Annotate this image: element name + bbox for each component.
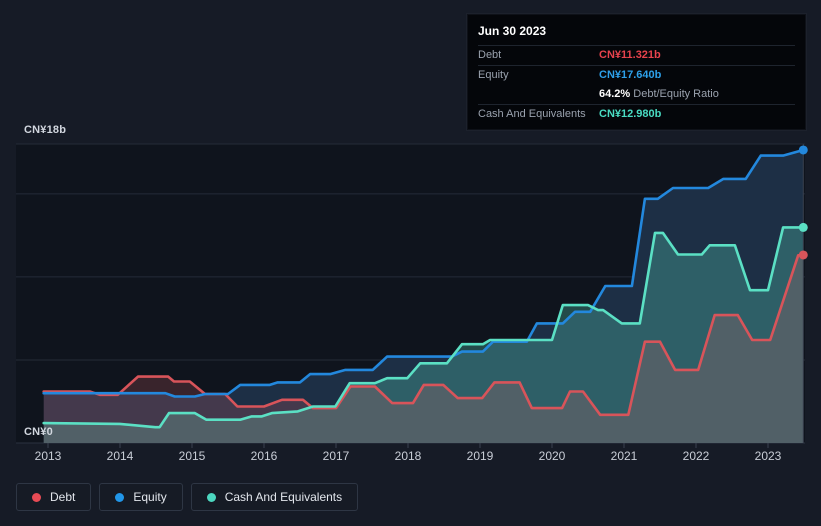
legend-cash-label: Cash And Equivalents	[224, 490, 343, 504]
legend-debt-label: Debt	[50, 490, 76, 504]
legend-chip-debt[interactable]: Debt	[16, 483, 92, 511]
legend-equity-label: Equity	[133, 490, 167, 504]
x-axis-label-2020: 2020	[538, 449, 566, 463]
x-axis-label-2018: 2018	[394, 449, 422, 463]
debt-series-dot-icon	[32, 492, 41, 502]
tooltip-ratio-value: 64.2% Debt/Equity Ratio	[599, 88, 719, 101]
debt-endpoint-dot	[798, 250, 808, 260]
tooltip-panel: Jun 30 2023 Debt CN¥11.321b Equity CN¥17…	[467, 14, 806, 130]
tooltip-cash-label: Cash And Equivalents	[478, 108, 586, 120]
debt-equity-ratio-label: Debt/Equity Ratio	[630, 88, 719, 100]
tooltip-equity-value: CN¥17.640b	[599, 69, 662, 81]
tooltip-debt-label: Debt	[478, 49, 502, 61]
cash-and-equivalents-endpoint-dot	[798, 222, 808, 232]
y-axis-min-label: CN¥0	[24, 426, 53, 438]
tooltip-row-debt: Debt CN¥11.321b	[478, 46, 795, 65]
legend-chip-cash[interactable]: Cash And Equivalents	[190, 483, 359, 511]
x-axis-label-2013: 2013	[34, 449, 62, 463]
legend-chip-equity[interactable]: Equity	[99, 483, 183, 511]
tooltip-cash-value: CN¥12.980b	[599, 108, 662, 120]
x-axis-label-2019: 2019	[466, 449, 494, 463]
x-axis-label-2021: 2021	[610, 449, 638, 463]
cash-series-dot-icon	[206, 492, 216, 502]
tooltip-row-ratio: 64.2% Debt/Equity Ratio	[478, 85, 795, 104]
x-axis-label-2016: 2016	[250, 449, 278, 463]
tooltip-row-equity: Equity CN¥17.640b	[478, 65, 795, 85]
legend: Debt Equity Cash And Equivalents	[16, 483, 359, 511]
x-axis-label-2015: 2015	[178, 449, 206, 463]
y-axis-max-label: CN¥18b	[24, 124, 67, 136]
x-axis-label-2022: 2022	[682, 449, 710, 463]
x-axis-label-2014: 2014	[106, 449, 134, 463]
x-axis-label-2017: 2017	[322, 449, 350, 463]
tooltip-equity-label: Equity	[478, 69, 509, 81]
x-axis-label-2023: 2023	[754, 449, 782, 463]
debt-equity-ratio: 64.2%	[599, 88, 631, 100]
tooltip-debt-value: CN¥11.321b	[599, 49, 661, 61]
tooltip-date: Jun 30 2023	[478, 22, 795, 46]
equity-series-dot-icon	[115, 492, 125, 502]
debt-equity-history-chart: CN¥18b CN¥0 2013 2014 2015 2016 2017 2018 2019…	[0, 0, 821, 526]
tooltip-row-cash: Cash And Equivalents CN¥12.980b	[478, 104, 795, 124]
equity-endpoint-dot	[798, 145, 808, 155]
